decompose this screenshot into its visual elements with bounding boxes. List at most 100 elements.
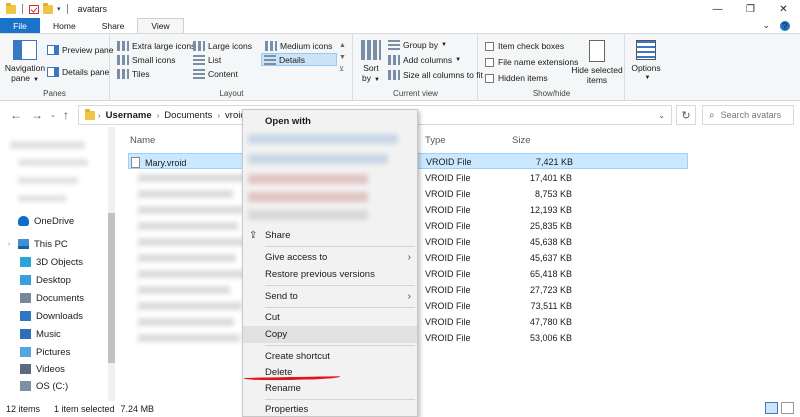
menu-open-with[interactable]: Open with <box>243 113 417 130</box>
file-size: 8,753 KB <box>534 189 572 199</box>
menu-rename[interactable]: Rename <box>243 380 417 397</box>
layout-content[interactable]: Content <box>191 67 240 80</box>
layout-list[interactable]: List <box>191 53 223 66</box>
layout-medium-icons[interactable]: Medium icons <box>263 39 334 52</box>
menu-send-to[interactable]: Send to › <box>243 288 417 305</box>
close-button[interactable]: ✕ <box>767 0 800 18</box>
blurred-file-name <box>138 174 248 182</box>
onedrive-icon <box>18 216 29 226</box>
address-history-chevron-icon[interactable]: ⌄ <box>658 111 665 120</box>
chevron-right-icon[interactable]: › <box>98 111 101 120</box>
blurred-item <box>18 177 78 184</box>
tab-share[interactable]: Share <box>89 18 138 33</box>
help-icon[interactable]: ? <box>780 20 790 31</box>
file-type: VROID File <box>425 285 471 295</box>
customize-toolbar-chevron-icon[interactable]: ▾ <box>57 5 61 13</box>
size-all-columns-button[interactable]: Size all columns to fit <box>388 70 483 80</box>
hide-selected-items-button[interactable]: Hide selected items <box>571 40 623 85</box>
refresh-button[interactable]: ↻ <box>676 105 696 125</box>
maximize-button[interactable]: ❐ <box>734 0 767 18</box>
nav-item-pictures[interactable]: Pictures <box>20 344 70 360</box>
details-pane-button[interactable]: Details pane <box>47 67 109 77</box>
computer-icon <box>18 239 29 249</box>
nav-item-os-c[interactable]: OS (C:) <box>20 378 68 394</box>
file-type: VROID File <box>425 205 471 215</box>
details-view-icon[interactable] <box>765 402 778 414</box>
up-arrow-icon[interactable]: ↑ <box>63 108 69 122</box>
nav-item-downloads[interactable]: Downloads <box>20 308 83 324</box>
tab-view[interactable]: View <box>137 18 184 33</box>
layout-extra-large-icons[interactable]: Extra large icons <box>115 39 197 52</box>
blurred-menu-item <box>248 134 398 144</box>
sort-by-button[interactable]: Sort by ▼ <box>358 40 384 85</box>
navigation-pane-button[interactable]: Navigation pane ▼ <box>4 40 46 85</box>
layout-tiles[interactable]: Tiles <box>115 67 152 80</box>
hide-selected-icon <box>589 40 605 62</box>
recent-locations-chevron-icon[interactable]: ⌄ <box>50 111 56 119</box>
nav-item-documents[interactable]: Documents <box>20 290 84 306</box>
breadcrumb-username[interactable]: Username <box>106 110 152 121</box>
column-header-type[interactable]: Type <box>425 135 446 146</box>
file-type: VROID File <box>425 301 471 311</box>
checkbox[interactable] <box>485 41 494 51</box>
chevron-right-icon[interactable]: › <box>157 111 160 120</box>
chevron-down-icon[interactable]: ⌄ <box>762 20 770 31</box>
tab-home[interactable]: Home <box>40 18 89 33</box>
layout-small-icons[interactable]: Small icons <box>115 53 177 66</box>
nav-pane-scrollbar[interactable] <box>108 127 115 401</box>
preview-pane-button[interactable]: Preview pane <box>47 45 114 55</box>
menu-cut[interactable]: Cut <box>243 309 417 326</box>
checkbox[interactable] <box>485 57 494 67</box>
chevron-right-icon[interactable]: › <box>217 111 220 120</box>
show-hide-group: Item check boxes File name extensions Hi… <box>479 34 625 101</box>
file-name-extensions-toggle[interactable]: File name extensions <box>485 57 578 67</box>
blurred-quick-access <box>10 141 85 149</box>
file-size: 25,835 KB <box>529 221 572 231</box>
back-arrow-icon[interactable]: ← <box>10 108 22 122</box>
properties-check-icon[interactable] <box>29 4 39 14</box>
menu-properties[interactable]: Properties <box>243 401 417 417</box>
minimize-button[interactable]: — <box>701 0 734 18</box>
window-controls: — ❐ ✕ <box>701 0 800 18</box>
folder-icon <box>85 108 95 120</box>
menu-share[interactable]: ⇪ Share <box>243 227 417 244</box>
breadcrumb-documents[interactable]: Documents <box>164 110 212 121</box>
large-icons-view-icon[interactable] <box>781 402 794 414</box>
tab-file[interactable]: File <box>0 18 40 33</box>
search-box[interactable]: ⌕ Search avatars <box>702 105 794 125</box>
divider <box>22 4 23 14</box>
nav-item-onedrive[interactable]: OneDrive <box>8 213 74 229</box>
file-type: VROID File <box>425 317 471 327</box>
add-columns-button[interactable]: Add columns ▼ <box>388 55 461 65</box>
hidden-items-toggle[interactable]: Hidden items <box>485 73 548 83</box>
column-header-size[interactable]: Size <box>512 135 530 146</box>
file-type: VROID File <box>425 269 471 279</box>
forward-arrow-icon[interactable]: → <box>31 108 43 122</box>
menu-copy[interactable]: Copy <box>243 326 417 343</box>
menu-restore-previous-versions[interactable]: Restore previous versions <box>243 266 417 283</box>
nav-item-videos[interactable]: Videos <box>20 361 65 377</box>
nav-item-this-pc[interactable]: › This PC <box>8 236 68 252</box>
checkbox[interactable] <box>485 73 494 83</box>
nav-item-desktop[interactable]: Desktop <box>20 272 71 288</box>
item-check-boxes-toggle[interactable]: Item check boxes <box>485 41 564 51</box>
layout-details[interactable]: Details <box>261 53 337 66</box>
group-by-button[interactable]: Group by ▼ <box>388 40 447 50</box>
search-input[interactable]: Search avatars <box>721 110 782 120</box>
window-title: avatars <box>77 4 108 14</box>
menu-create-shortcut[interactable]: Create shortcut <box>243 348 417 365</box>
chevron-down-icon: ▼ <box>644 75 651 81</box>
layout-large-icons[interactable]: Large icons <box>191 39 254 52</box>
sort-by-icon <box>361 40 381 60</box>
file-size: 7,421 KB <box>535 157 573 167</box>
menu-give-access-to[interactable]: Give access to › <box>243 249 417 266</box>
scrollbar-thumb[interactable] <box>108 213 115 363</box>
nav-item-3d-objects[interactable]: 3D Objects <box>20 254 83 270</box>
new-folder-icon[interactable] <box>43 2 53 14</box>
medium-icons-icon <box>265 40 277 51</box>
options-button[interactable]: Options ▼ <box>629 40 663 83</box>
column-header-name[interactable]: Name <box>130 135 155 146</box>
navigation-pane: OneDrive › This PC 3D Objects Desktop Doc… <box>0 127 115 401</box>
nav-item-music[interactable]: Music <box>20 326 61 342</box>
layout-scroll-arrows[interactable]: ▲ ▼ ⊻ <box>339 40 346 76</box>
